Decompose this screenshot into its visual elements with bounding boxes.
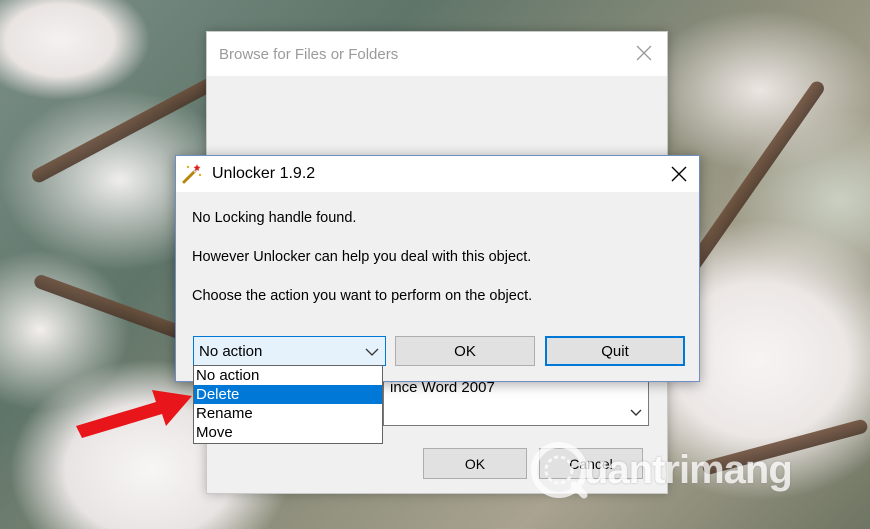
ok-label: OK <box>454 342 476 360</box>
action-select[interactable]: No action <box>193 336 386 366</box>
chevron-down-icon <box>365 348 379 356</box>
ok-button[interactable]: OK <box>395 336 535 366</box>
close-icon <box>636 45 652 61</box>
background-branch <box>683 78 827 276</box>
unlocker-dialog: Unlocker 1.9.2 No Locking handle found. … <box>175 155 700 382</box>
watermark: uantrimang <box>530 440 793 500</box>
dropdown-option-rename[interactable]: Rename <box>194 404 382 423</box>
dropdown-option-move[interactable]: Move <box>194 423 382 442</box>
browse-ok-button[interactable]: OK <box>423 448 527 479</box>
action-select-value: No action <box>199 343 263 360</box>
browse-ok-label: OK <box>464 455 486 472</box>
background-branch <box>32 273 188 341</box>
browse-dialog-title: Browse for Files or Folders <box>219 46 399 63</box>
magic-wand-icon <box>182 164 202 184</box>
browse-close-button[interactable] <box>631 40 657 66</box>
chevron-down-icon <box>630 409 642 416</box>
browse-titlebar: Browse for Files or Folders <box>207 32 667 76</box>
watermark-text: uantrimang <box>584 447 793 492</box>
close-icon <box>671 166 687 182</box>
unlocker-titlebar: Unlocker 1.9.2 <box>176 156 699 192</box>
red-arrow-icon <box>76 390 192 438</box>
message-no-handle: No Locking handle found. <box>192 210 357 226</box>
quit-button[interactable]: Quit <box>545 336 685 366</box>
dropdown-option-delete[interactable]: Delete <box>194 385 382 404</box>
unlocker-title: Unlocker 1.9.2 <box>212 165 316 182</box>
action-dropdown-list: No action Delete Rename Move <box>193 365 383 444</box>
unlocker-close-button[interactable] <box>665 160 693 188</box>
message-help: However Unlocker can help you deal with … <box>192 249 532 265</box>
quantrimang-logo-icon <box>531 442 588 499</box>
message-choose-action: Choose the action you want to perform on… <box>192 288 533 304</box>
quit-label: Quit <box>601 342 629 360</box>
dropdown-option-no-action[interactable]: No action <box>194 366 382 385</box>
